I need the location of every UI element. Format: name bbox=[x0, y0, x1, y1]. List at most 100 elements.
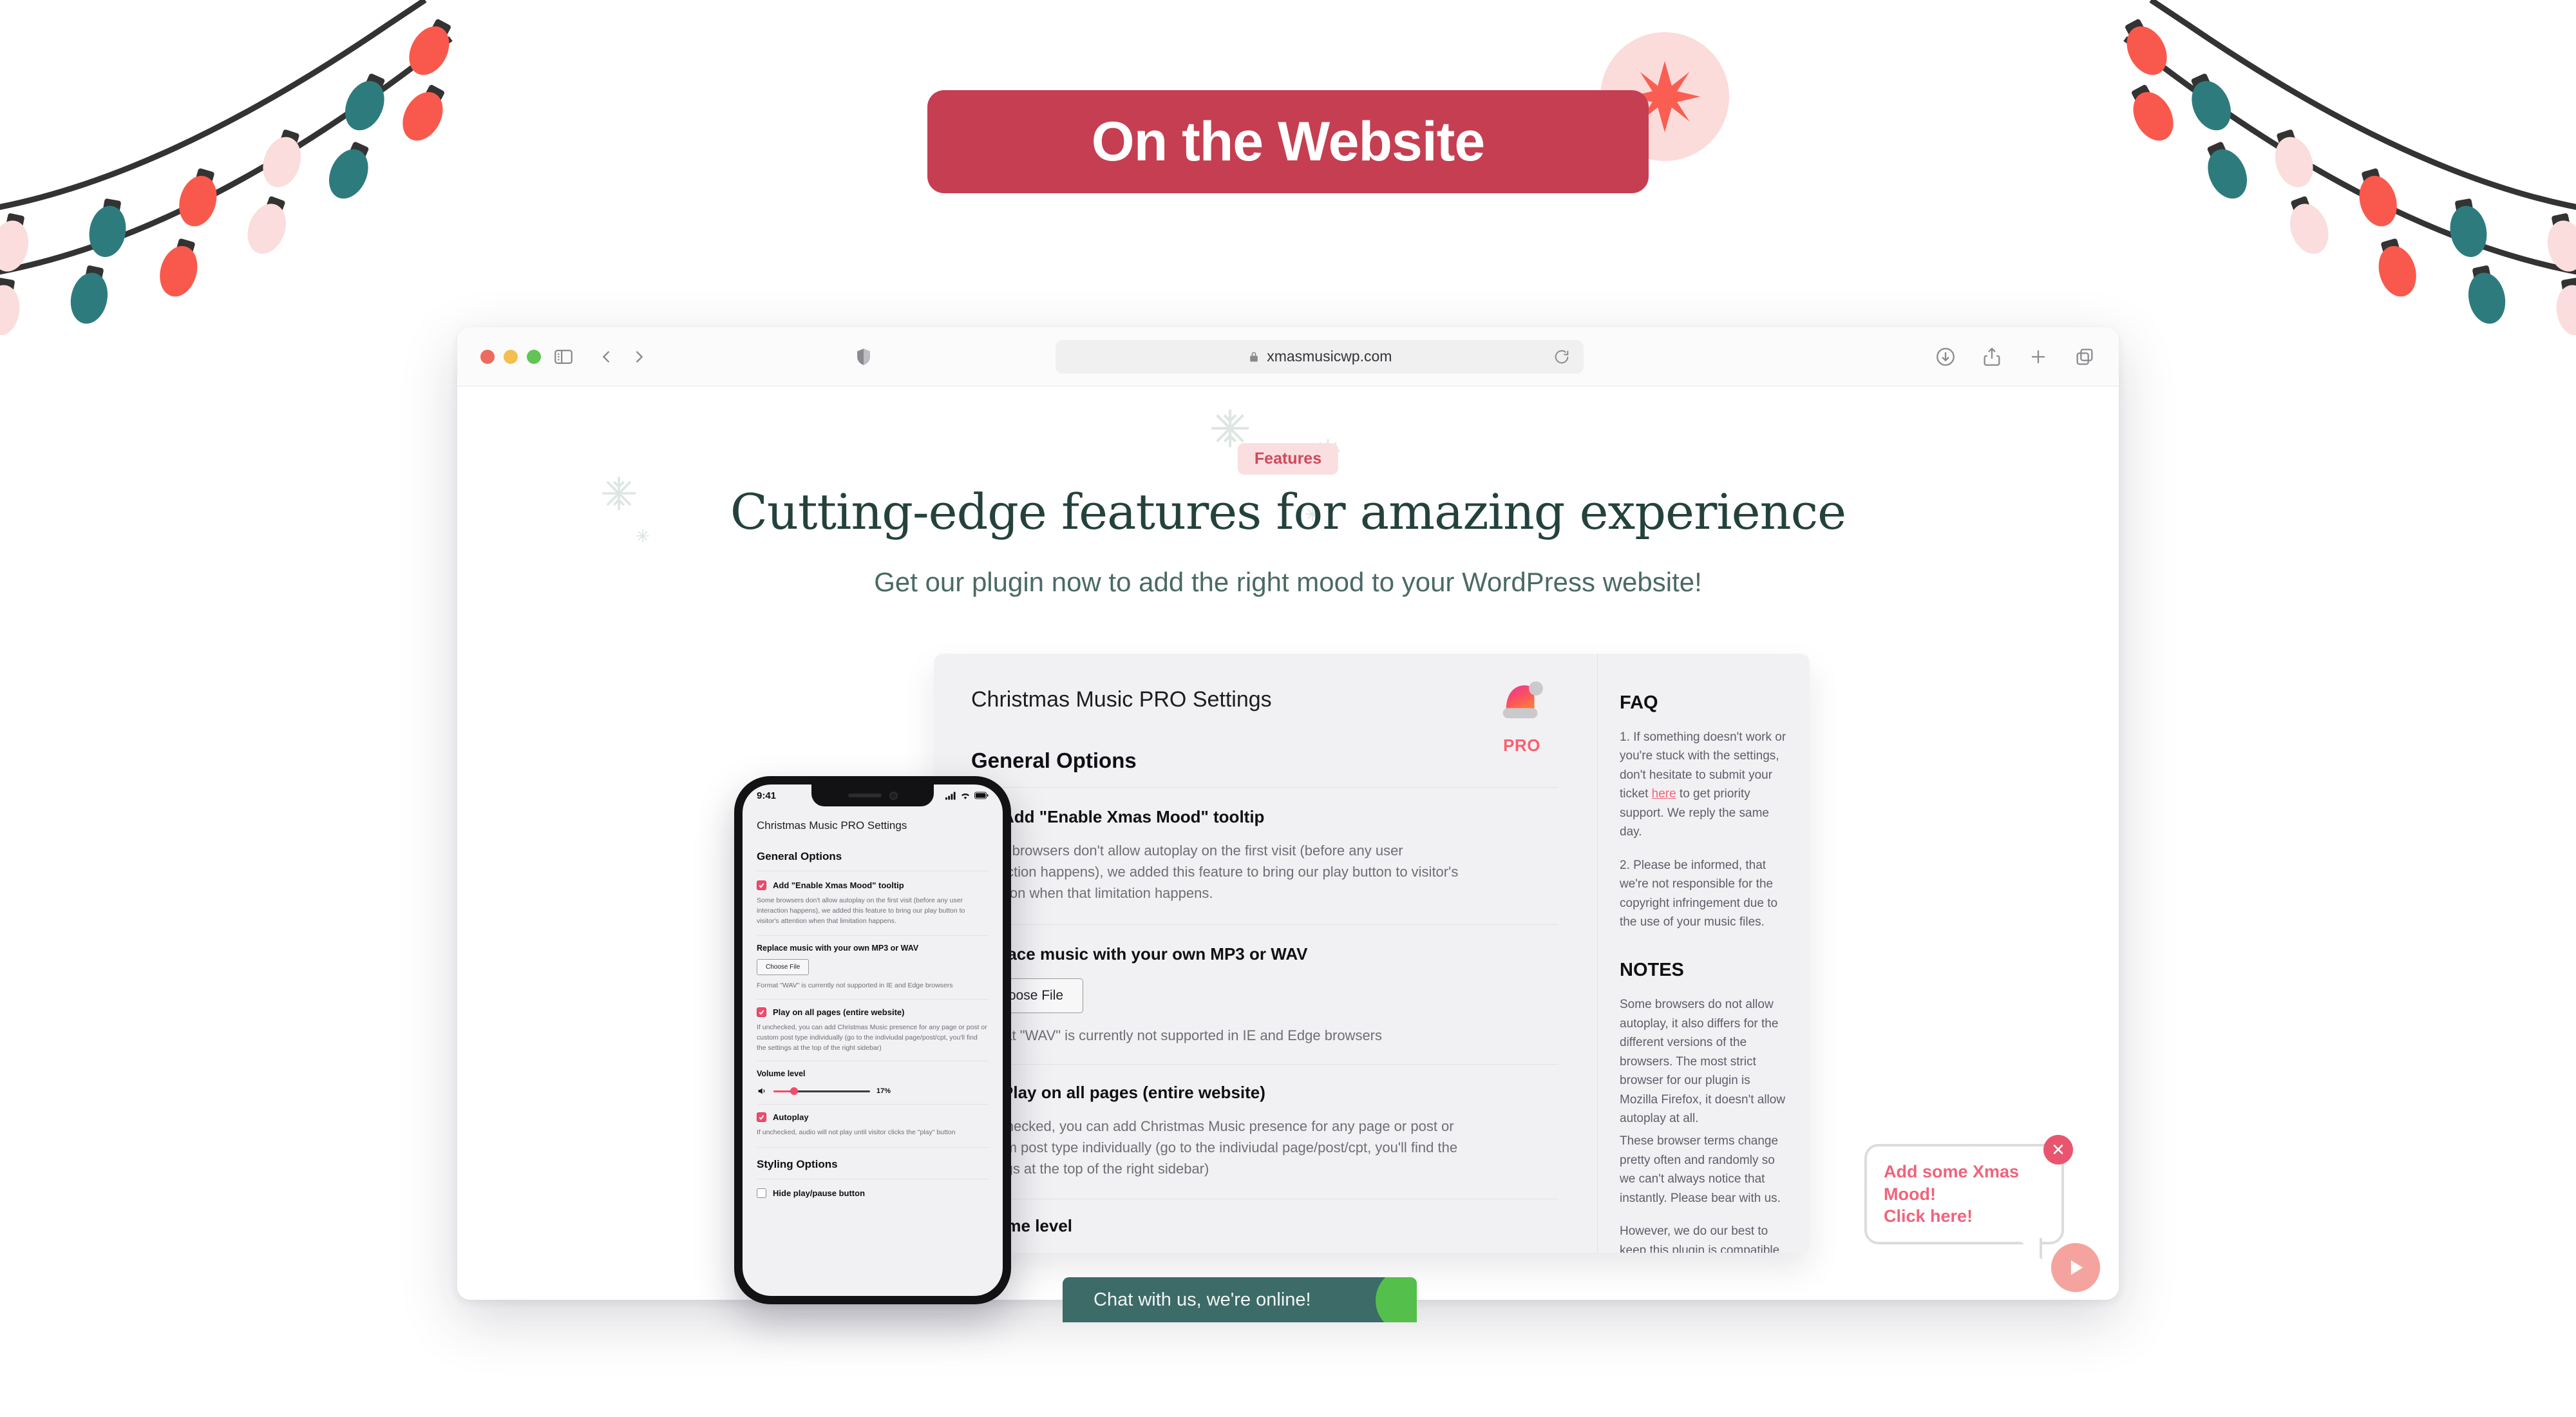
faq-heading: FAQ bbox=[1620, 692, 1658, 713]
christmas-lights-garland-right bbox=[2123, 0, 2576, 335]
banner-title: On the Website bbox=[1091, 111, 1485, 173]
poster-canvas: On the Website xmasmusicwp.com Features … bbox=[0, 0, 2576, 1417]
phone-autoplay-label: Autoplay bbox=[773, 1112, 809, 1123]
phone-autoplay-desc: If unchecked, audio will not play until … bbox=[757, 1128, 956, 1137]
divider bbox=[971, 924, 1558, 925]
phone-tooltip-desc: Some browsers don't allow autoplay on th… bbox=[757, 897, 965, 925]
sidebar-icon[interactable] bbox=[553, 346, 574, 368]
phone-hideplay-checkbox[interactable] bbox=[757, 1188, 766, 1198]
page-subtitle: Get our plugin now to add the right mood… bbox=[874, 567, 1702, 597]
shield-icon[interactable] bbox=[853, 346, 875, 368]
divider bbox=[971, 1064, 1558, 1065]
phone-allpages-checkbox[interactable] bbox=[757, 1007, 766, 1017]
address-bar[interactable]: xmasmusicwp.com bbox=[1056, 339, 1584, 374]
notes-heading: NOTES bbox=[1620, 960, 1684, 981]
chat-widget-message: Chat with us, we're online! bbox=[1094, 1289, 1311, 1310]
notes-paragraph-1: Some browsers do not allow autoplay, it … bbox=[1620, 998, 1786, 1125]
banner-pill: On the Website bbox=[927, 90, 1649, 193]
reload-icon[interactable] bbox=[1553, 348, 1571, 366]
volume-label: Volume level bbox=[971, 1216, 1073, 1235]
volume-slider-row[interactable]: 17% bbox=[971, 1250, 1558, 1253]
battery-icon bbox=[974, 792, 989, 799]
xmas-mood-tooltip[interactable]: Add some Xmas Mood! Click here! ✕ bbox=[1864, 1135, 2073, 1260]
phone-choose-file-button[interactable]: Choose File bbox=[757, 959, 810, 976]
pro-logo: PRO bbox=[1497, 678, 1547, 756]
divider bbox=[757, 1147, 989, 1148]
phone-mockup: 9:41 Christmas Music PRO Settings Genera… bbox=[734, 776, 1011, 1304]
tooltip-line-1: Add some Xmas Mood! bbox=[1884, 1162, 2020, 1204]
phone-allpages-row[interactable]: Play on all pages (entire website) bbox=[757, 1007, 989, 1017]
support-ticket-link[interactable]: here bbox=[1652, 787, 1676, 801]
browser-actions bbox=[1935, 346, 2096, 368]
allpages-option-row[interactable]: Play on all pages (entire website) bbox=[971, 1083, 1558, 1103]
close-window-button[interactable] bbox=[480, 349, 495, 364]
divider bbox=[757, 1104, 989, 1105]
chat-widget[interactable]: Chat with us, we're online! bbox=[1063, 1277, 1417, 1322]
phone-allpages-label: Play on all pages (entire website) bbox=[773, 1007, 905, 1017]
banner-section: On the Website bbox=[927, 32, 1729, 193]
settings-title: Christmas Music PRO Settings bbox=[971, 687, 1272, 712]
browser-toolbar: xmasmusicwp.com bbox=[457, 327, 2119, 386]
phone-volume-value: 17% bbox=[876, 1087, 891, 1096]
phone-hideplay-label: Hide play/pause button bbox=[773, 1188, 866, 1198]
general-options-heading: General Options bbox=[971, 748, 1137, 772]
phone-allpages-desc: If unchecked, you can add Christmas Musi… bbox=[757, 1023, 987, 1052]
faq-item-2: 2. Please be informed, that we're not re… bbox=[1620, 858, 1778, 929]
pro-label: PRO bbox=[1503, 736, 1540, 755]
phone-screen: 9:41 Christmas Music PRO Settings Genera… bbox=[743, 785, 1003, 1296]
url-text: xmasmusicwp.com bbox=[1267, 348, 1392, 365]
share-icon[interactable] bbox=[1981, 346, 2003, 368]
phone-format-note: Format "WAV" is currently not supported … bbox=[757, 982, 953, 990]
phone-volume-row[interactable]: 17% bbox=[757, 1086, 989, 1096]
christmas-lights-garland-left bbox=[0, 0, 453, 335]
phone-volume-label: Volume level bbox=[757, 1069, 806, 1079]
format-note: Format "WAV" is currently not supported … bbox=[971, 1027, 1382, 1043]
phone-tooltip-checkbox[interactable] bbox=[757, 880, 766, 890]
chat-status-indicator bbox=[1376, 1277, 1417, 1322]
lock-icon bbox=[1250, 352, 1258, 361]
close-icon[interactable]: ✕ bbox=[2043, 1135, 2073, 1165]
maximize-window-button[interactable] bbox=[527, 349, 541, 364]
tooltip-option-desc: Some browsers don't allow autoplay on th… bbox=[971, 842, 1459, 901]
notes-paragraph-3: However, we do our best to keep this plu… bbox=[1620, 1224, 1780, 1253]
phone-styling-heading: Styling Options bbox=[757, 1158, 838, 1170]
volume-value: 17% bbox=[1296, 1251, 1325, 1253]
forward-icon[interactable] bbox=[630, 348, 648, 366]
divider bbox=[757, 935, 989, 937]
settings-main-column: Christmas Music PRO Settings PRO General… bbox=[934, 654, 1597, 1253]
notes-paragraph-2: These browser terms change pretty often … bbox=[1620, 1134, 1781, 1205]
phone-clock: 9:41 bbox=[757, 790, 777, 801]
settings-side-column: FAQ 1. If something doesn't work or you'… bbox=[1597, 654, 1810, 1253]
replace-music-label: Replace music with your own MP3 or WAV bbox=[971, 944, 1308, 964]
plus-icon[interactable] bbox=[2027, 346, 2049, 368]
tooltip-option-row[interactable]: Add "Enable Xmas Mood" tooltip bbox=[971, 807, 1558, 827]
phone-autoplay-checkbox[interactable] bbox=[757, 1112, 766, 1123]
minimize-window-button[interactable] bbox=[504, 349, 518, 364]
allpages-option-desc: If unchecked, you can add Christmas Musi… bbox=[971, 1118, 1458, 1177]
play-button[interactable] bbox=[2051, 1243, 2100, 1292]
window-traffic-lights[interactable] bbox=[480, 349, 541, 364]
features-badge: Features bbox=[1237, 443, 1339, 475]
phone-tooltip-label: Add "Enable Xmas Mood" tooltip bbox=[773, 880, 904, 890]
play-icon bbox=[2070, 1260, 2083, 1275]
allpages-option-label: Play on all pages (entire website) bbox=[1002, 1083, 1265, 1102]
divider bbox=[971, 787, 1558, 788]
phone-speaker bbox=[848, 794, 882, 797]
phone-autoplay-row[interactable]: Autoplay bbox=[757, 1112, 989, 1123]
phone-page-body: Christmas Music PRO Settings General Opt… bbox=[743, 806, 1003, 1198]
santa-hat-icon bbox=[1502, 681, 1543, 719]
phone-volume-slider[interactable] bbox=[773, 1087, 870, 1096]
back-icon[interactable] bbox=[598, 348, 616, 366]
settings-panel: Christmas Music PRO Settings PRO General… bbox=[934, 654, 1810, 1253]
download-icon[interactable] bbox=[1935, 346, 1956, 368]
wifi-icon bbox=[961, 793, 970, 799]
phone-camera bbox=[889, 791, 898, 800]
phone-volume-handle[interactable] bbox=[790, 1087, 798, 1096]
phone-notch bbox=[811, 785, 934, 806]
phone-replace-label: Replace music with your own MP3 or WAV bbox=[757, 944, 919, 953]
cellular-icon bbox=[945, 791, 956, 800]
phone-hideplay-row[interactable]: Hide play/pause button bbox=[757, 1188, 989, 1198]
tab-overview-icon[interactable] bbox=[2074, 346, 2096, 368]
phone-tooltip-row[interactable]: Add "Enable Xmas Mood" tooltip bbox=[757, 880, 989, 890]
tooltip-option-label: Add "Enable Xmas Mood" tooltip bbox=[1002, 807, 1265, 826]
